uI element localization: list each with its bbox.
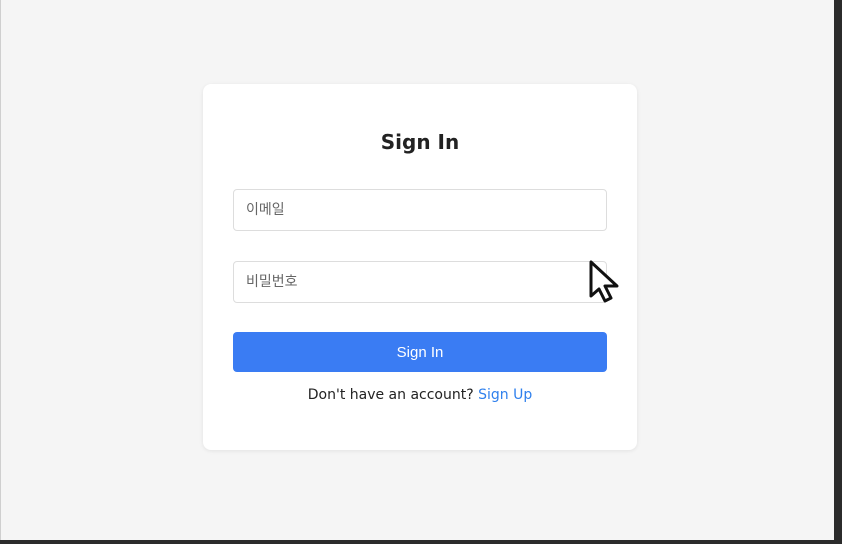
page-title: Sign In	[380, 130, 460, 154]
page-background: Sign In Sign In Don't have an account? S…	[0, 0, 834, 540]
mouse-pointer-icon	[589, 260, 619, 303]
signup-prompt-line: Don't have an account? Sign Up	[203, 387, 637, 403]
email-field[interactable]	[233, 189, 607, 231]
sign-in-card: Sign In Sign In Don't have an account? S…	[203, 84, 637, 450]
sign-up-link[interactable]: Sign Up	[478, 387, 532, 403]
signup-prompt-text: Don't have an account?	[307, 387, 474, 403]
sign-in-button[interactable]: Sign In	[233, 332, 607, 372]
window-edge	[0, 0, 1, 540]
password-field[interactable]	[233, 261, 607, 303]
